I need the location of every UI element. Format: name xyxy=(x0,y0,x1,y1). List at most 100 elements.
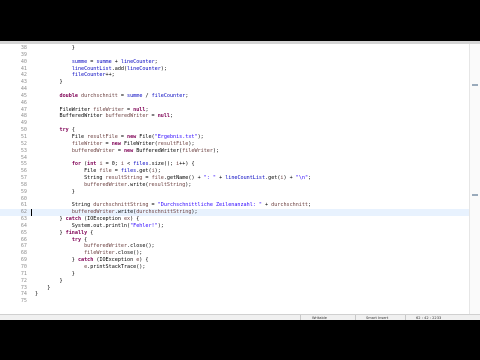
line-number: 72 xyxy=(20,277,27,284)
line-number: 66 xyxy=(20,236,27,243)
code-editor[interactable]: 38 } 39 40 summe = summe + lineCounter; 41… xyxy=(0,41,480,314)
code-text[interactable]: File resultFile = new File("Ergebnis.txt… xyxy=(35,134,204,141)
code-text[interactable]: e.printStackTrace(); xyxy=(35,264,145,271)
code-line[interactable]: 41 lineCountList.add(lineCounter); xyxy=(0,66,470,73)
code-text[interactable]: } catch (IOException ex) { xyxy=(35,216,140,223)
line-number: 61 xyxy=(20,202,27,209)
line-number: 67 xyxy=(20,243,27,250)
code-line[interactable]: 60 xyxy=(0,196,470,203)
code-text[interactable]: for (int i = 0; i < files.size(); i++) { xyxy=(35,161,195,168)
status-bar: Writable Smart Insert 62 : 42 : 2233 xyxy=(0,314,480,320)
code-text[interactable]: bufferedWriter = new BufferedWriter(file… xyxy=(35,148,219,155)
code-text[interactable]: } xyxy=(35,79,63,86)
line-number: 43 xyxy=(20,79,27,86)
line-number: 44 xyxy=(20,86,27,93)
code-text[interactable]: } xyxy=(35,291,38,298)
code-text[interactable]: bufferedWriter.close(); xyxy=(35,243,155,250)
line-number: 69 xyxy=(20,257,27,264)
code-text[interactable]: } xyxy=(35,285,50,292)
code-line[interactable]: 74} xyxy=(0,291,470,298)
code-line[interactable]: 64 System.out.println("Fehler!"); xyxy=(0,223,470,230)
code-lines[interactable]: 38 } 39 40 summe = summe + lineCounter; 41… xyxy=(0,45,470,305)
code-text[interactable]: System.out.println("Fehler!"); xyxy=(35,223,164,230)
code-text[interactable]: } xyxy=(35,189,75,196)
code-line[interactable]: 63 } catch (IOException ex) { xyxy=(0,216,470,223)
code-line[interactable]: 58 bufferedWriter.write(resultString); xyxy=(0,182,470,189)
code-line[interactable]: 45 double durchschnitt = summe / fileCou… xyxy=(0,93,470,100)
line-number: 63 xyxy=(20,216,27,223)
code-line[interactable]: 52 fileWriter = new FileWriter(resultFil… xyxy=(0,141,470,148)
status-insert-mode: Smart Insert xyxy=(366,315,389,320)
code-text[interactable]: } xyxy=(35,45,75,52)
code-line[interactable]: 43 } xyxy=(0,79,470,86)
code-text[interactable]: } catch (IOException e) { xyxy=(35,257,149,264)
code-line[interactable]: 73 } xyxy=(0,285,470,292)
line-number: 39 xyxy=(20,51,27,58)
code-line[interactable]: 71 } xyxy=(0,271,470,278)
code-line[interactable]: 51 File resultFile = new File("Ergebnis.… xyxy=(0,134,470,141)
code-text[interactable]: try { xyxy=(35,237,87,244)
ruler-annotation-mark[interactable] xyxy=(472,84,478,86)
line-number: 70 xyxy=(20,264,27,270)
code-line[interactable]: 57 String resultString = file.getName() … xyxy=(0,175,470,182)
code-line[interactable]: 70 e.printStackTrace(); xyxy=(0,264,470,271)
code-text[interactable] xyxy=(35,86,60,93)
code-text[interactable]: fileWriter.close(); xyxy=(35,250,142,257)
code-line[interactable]: 44 xyxy=(0,86,470,93)
code-line[interactable]: 62 bufferedWriter.write(durchschnittStri… xyxy=(0,209,470,217)
status-separator xyxy=(355,315,356,320)
code-text[interactable]: bufferedWriter.write(durchschnittString)… xyxy=(35,209,198,216)
code-text[interactable]: FileWriter fileWriter = null; xyxy=(35,107,149,114)
code-text[interactable]: summe = summe + lineCounter; xyxy=(35,59,158,66)
code-line[interactable]: 48 BufferedWriter bufferedWriter = null; xyxy=(0,113,470,120)
code-line[interactable]: 66 try { xyxy=(0,237,470,244)
code-text[interactable]: double durchschnitt = summe / fileCounte… xyxy=(35,93,189,100)
code-line[interactable]: 55 for (int i = 0; i < files.size(); i++… xyxy=(0,161,470,168)
code-text[interactable]: String resultString = file.getName() + "… xyxy=(35,175,311,182)
code-text[interactable]: try { xyxy=(35,127,75,134)
code-text[interactable]: } xyxy=(35,278,63,285)
code-line[interactable]: 69 } catch (IOException e) { xyxy=(0,257,470,264)
code-line[interactable]: 38 } xyxy=(0,45,470,52)
code-line[interactable]: 54 xyxy=(0,155,470,162)
status-writable: Writable xyxy=(312,315,327,320)
code-line[interactable]: 46 xyxy=(0,100,470,107)
code-text[interactable]: String durchschnittString = "Durchschnit… xyxy=(35,202,311,209)
code-text[interactable]: lineCountList.add(lineCounter); xyxy=(35,66,167,73)
code-text[interactable]: } xyxy=(35,271,75,278)
code-text[interactable] xyxy=(35,196,72,203)
code-text[interactable]: fileWriter = new FileWriter(resultFile); xyxy=(35,141,195,148)
line-number: 56 xyxy=(20,168,27,175)
code-line[interactable]: 42 fileCounter++; xyxy=(0,72,470,79)
code-text[interactable]: } finally { xyxy=(35,230,94,237)
code-text[interactable] xyxy=(35,52,72,59)
code-line[interactable]: 39 xyxy=(0,52,470,59)
code-text[interactable] xyxy=(35,155,72,162)
code-line[interactable]: 75 xyxy=(0,298,470,305)
line-number: 58 xyxy=(20,181,27,188)
code-text[interactable] xyxy=(35,120,60,127)
code-line[interactable]: 47 FileWriter fileWriter = null; xyxy=(0,107,470,114)
code-line[interactable]: 49 xyxy=(0,120,470,127)
overview-ruler[interactable] xyxy=(469,44,480,314)
code-line[interactable]: 65 } finally { xyxy=(0,230,470,237)
code-text[interactable]: File file = files.get(i); xyxy=(35,168,161,175)
code-line[interactable]: 72 } xyxy=(0,278,470,285)
code-line[interactable]: 56 File file = files.get(i); xyxy=(0,168,470,175)
code-line[interactable]: 53 bufferedWriter = new BufferedWriter(f… xyxy=(0,148,470,155)
status-cursor-position: 62 : 42 : 2233 xyxy=(416,315,442,320)
code-line[interactable]: 68 fileWriter.close(); xyxy=(0,250,470,257)
line-number: 75 xyxy=(20,298,27,305)
line-number: 45 xyxy=(20,92,27,99)
code-line[interactable]: 40 summe = summe + lineCounter; xyxy=(0,59,470,66)
code-line[interactable]: 59 } xyxy=(0,189,470,196)
code-line[interactable]: 61 String durchschnittString = "Durchsch… xyxy=(0,202,470,209)
code-text[interactable]: bufferedWriter.write(resultString); xyxy=(35,182,191,189)
code-text[interactable]: BufferedWriter bufferedWriter = null; xyxy=(35,113,174,120)
line-number: 62 xyxy=(20,209,27,216)
ruler-annotation-mark[interactable] xyxy=(472,194,478,196)
code-text[interactable] xyxy=(35,100,60,107)
code-text[interactable]: fileCounter++; xyxy=(35,72,115,79)
code-line[interactable]: 67 bufferedWriter.close(); xyxy=(0,243,470,250)
code-line[interactable]: 50 try { xyxy=(0,127,470,134)
